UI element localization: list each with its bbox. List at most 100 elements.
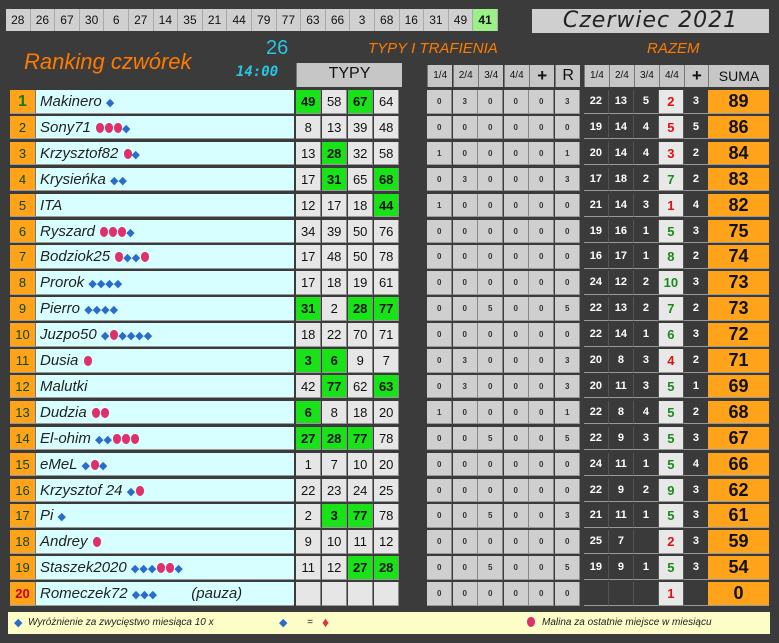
- pick-cell: 31: [322, 167, 348, 192]
- razem-cell: 1: [634, 219, 659, 244]
- diamond-icon: ◆: [109, 304, 119, 317]
- pick-cell: [322, 582, 348, 606]
- player-name: Dusia: [40, 352, 79, 369]
- table-row: 14 El-ohim ◆◆ 27 28 77 78 0 0 5 0 0 5 22 9 3 5 3 67: [10, 426, 770, 451]
- razem-cell: 1: [634, 504, 659, 528]
- table-row: 13 Dudzia 6 8 18 20 1 0 0 0 0 1 22 8 4 5 2 68: [10, 400, 770, 425]
- razem-cell: 2: [684, 167, 709, 192]
- rank-cell: 13: [10, 400, 36, 425]
- razem-cell: 5: [659, 374, 684, 399]
- sum-cell: 71: [708, 349, 769, 373]
- table-row: 5 ITA 12 17 18 44 1 0 0 0 0 0 21 14 3 1 4 82: [10, 193, 770, 218]
- stat-cell: 0: [503, 167, 529, 192]
- rank-cell: 6: [10, 219, 36, 244]
- stat-cell: 0: [427, 556, 453, 580]
- razem-cell: 5: [659, 115, 684, 140]
- pick-cell: 34: [296, 219, 322, 244]
- razem-cell: 22: [584, 426, 609, 451]
- diamond-icon: ◆: [140, 589, 149, 602]
- stat-cell: 0: [452, 271, 478, 295]
- razem-cell: 19: [584, 219, 609, 244]
- stat-col-header: 4/4: [503, 65, 529, 87]
- stat-cell: 0: [503, 90, 529, 114]
- pick-cell: 27: [296, 426, 322, 451]
- razem-cell: 3: [684, 323, 709, 347]
- stat-cell: 0: [555, 219, 581, 244]
- razem-cell: 1: [634, 245, 659, 269]
- razem-cell: 5: [659, 452, 684, 477]
- stat-cell: 0: [427, 504, 453, 528]
- pick-cell: 7: [374, 349, 400, 373]
- razem-cell: 14: [609, 323, 634, 347]
- razem-cell: 13: [609, 297, 634, 321]
- pick-cell: 18: [348, 400, 374, 425]
- player-name-cell: Krzysztof 24 ◆: [36, 478, 294, 503]
- diamond-icon: ◆: [139, 563, 148, 576]
- razem-cell: 9: [609, 556, 634, 580]
- stat-cell: 0: [529, 297, 555, 321]
- pick-cell: 17: [296, 271, 322, 295]
- stat-cell: 0: [427, 452, 453, 477]
- rank-cell: 19: [10, 556, 36, 580]
- stat-cell: 0: [478, 90, 504, 114]
- pick-cell: 28: [322, 141, 348, 166]
- raspberry-icon: [92, 537, 101, 548]
- player-name: Sony71: [40, 118, 91, 136]
- sum-cell: 54: [708, 556, 769, 580]
- razem-cell: 1: [634, 452, 659, 477]
- table-row: 19 Staszek2020 ◆◆◆ ◆ 11 12 27 28 0 0 5 0 0 5 19 9 1 5 3 54: [10, 556, 770, 580]
- razem-cell: [684, 582, 709, 606]
- round-time: 14:00: [236, 64, 279, 80]
- rank-cell: 3: [10, 141, 36, 166]
- diamond-icon: ◆: [118, 330, 127, 343]
- diamond-icon: ◆: [81, 459, 90, 472]
- drawn-number: 3: [350, 9, 375, 31]
- sum-cell: 73: [708, 297, 769, 321]
- pick-cell: 17: [296, 167, 322, 192]
- razem-cell: 2: [634, 167, 659, 192]
- stat-cell: 0: [452, 478, 478, 503]
- stat-cell: 0: [503, 452, 529, 477]
- diamond-icon: ◆: [147, 563, 157, 576]
- razem-cell: 7: [659, 297, 684, 321]
- stat-cell: 0: [529, 504, 555, 528]
- razem-cell: 22: [584, 400, 609, 425]
- drawn-number: 35: [178, 9, 203, 31]
- razem-cell: 2: [659, 530, 684, 554]
- stat-cell: 0: [452, 141, 478, 166]
- razem-cell: 14: [609, 115, 634, 140]
- stat-cell: 0: [478, 349, 504, 373]
- pick-cell: 3: [296, 349, 322, 373]
- player-name-cell: Romeczek72 ◆◆◆ (pauza): [36, 582, 294, 606]
- razem-cell: 5: [659, 426, 684, 451]
- raspberry-icon: [527, 617, 535, 627]
- pick-cell: 13: [322, 115, 348, 140]
- pick-cell: 17: [296, 245, 322, 269]
- stat-cell: 0: [555, 452, 581, 477]
- drawn-number: 44: [227, 9, 252, 31]
- razem-cell: 9: [609, 426, 634, 451]
- player-name: Pi: [40, 507, 54, 525]
- player-name: Romeczek72: [40, 585, 128, 603]
- diamond-icon: ◆: [105, 278, 114, 291]
- razem-col-header: 3/4: [634, 65, 659, 87]
- table-row: 11 Dusia 3 6 9 7 0 3 0 0 0 3 20 8 3 4 2 71: [10, 349, 770, 373]
- stat-cell: 0: [529, 90, 555, 114]
- sum-cell: 61: [708, 504, 769, 528]
- pick-cell: 28: [348, 297, 374, 321]
- stat-cell: 0: [427, 167, 453, 192]
- razem-cell: 1: [634, 556, 659, 580]
- razem-cell: 5: [659, 556, 684, 580]
- drawn-number: 67: [55, 9, 80, 31]
- stat-cell: 0: [529, 245, 555, 269]
- stat-cell: 0: [478, 193, 504, 218]
- sum-cell: 66: [708, 452, 769, 477]
- player-name: ITA: [40, 196, 63, 214]
- razem-cell: 17: [584, 167, 609, 192]
- raspberry-icon: [90, 459, 99, 470]
- stat-cell: 0: [555, 193, 581, 218]
- stat-cell: 0: [427, 323, 453, 347]
- player-name-cell: Dudzia: [36, 400, 294, 425]
- razem-cell: 4: [684, 452, 709, 477]
- round-number: 26: [266, 37, 289, 59]
